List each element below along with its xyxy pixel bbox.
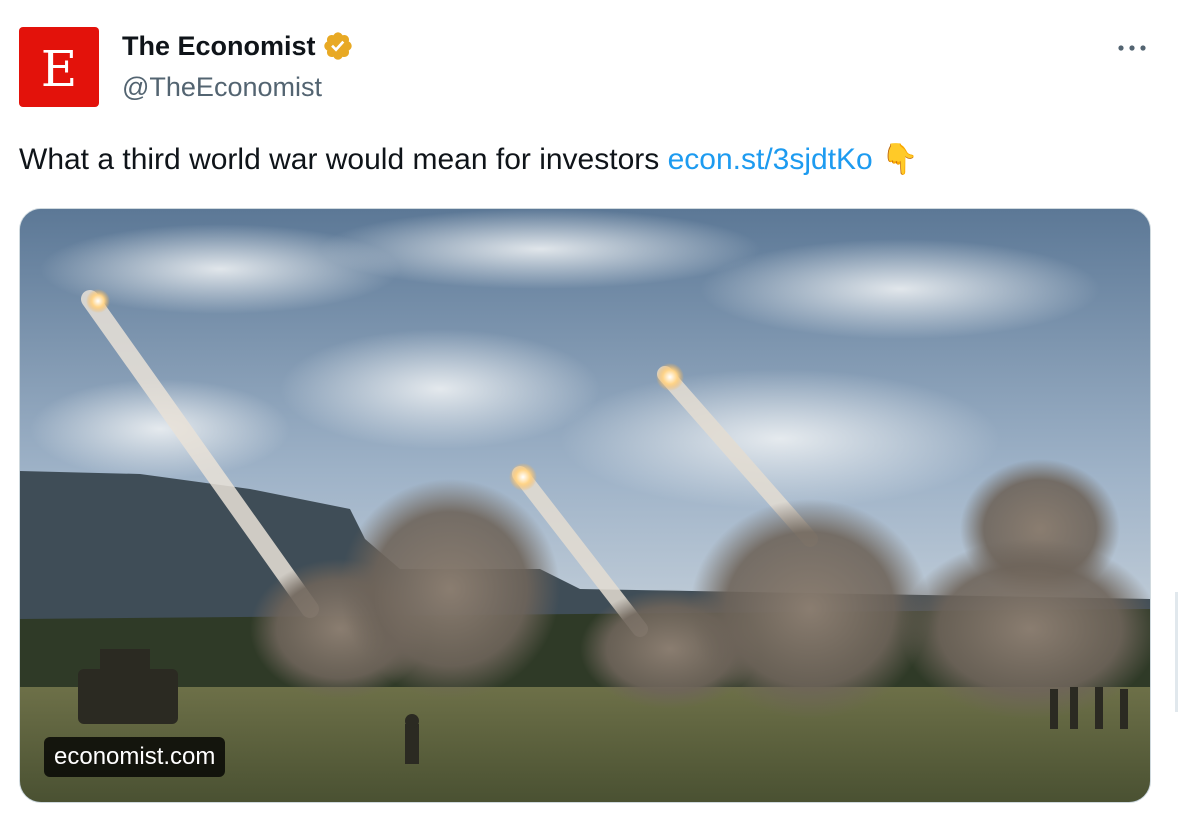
account-avatar[interactable]: E [19, 27, 99, 107]
name-row: The Economist [122, 30, 354, 62]
account-handle[interactable]: @TheEconomist [122, 72, 322, 103]
media-source-label[interactable]: economist.com [44, 737, 226, 777]
avatar-letter: E [40, 40, 78, 98]
verified-badge-icon [323, 32, 352, 60]
tweet-body: What a third world war would mean for in… [19, 143, 660, 176]
tweet-link[interactable]: econ.st/3sjdtKo [668, 143, 873, 176]
more-options-icon [1118, 45, 1146, 51]
tweet-text: What a third world war would mean for in… [19, 142, 918, 177]
rocket-launch-photo [20, 209, 1150, 802]
more-options-button[interactable] [1108, 30, 1156, 66]
display-name[interactable]: The Economist [122, 31, 316, 62]
pointing-down-emoji-icon: 👇 [881, 143, 919, 176]
tweet-media[interactable] [19, 208, 1151, 803]
